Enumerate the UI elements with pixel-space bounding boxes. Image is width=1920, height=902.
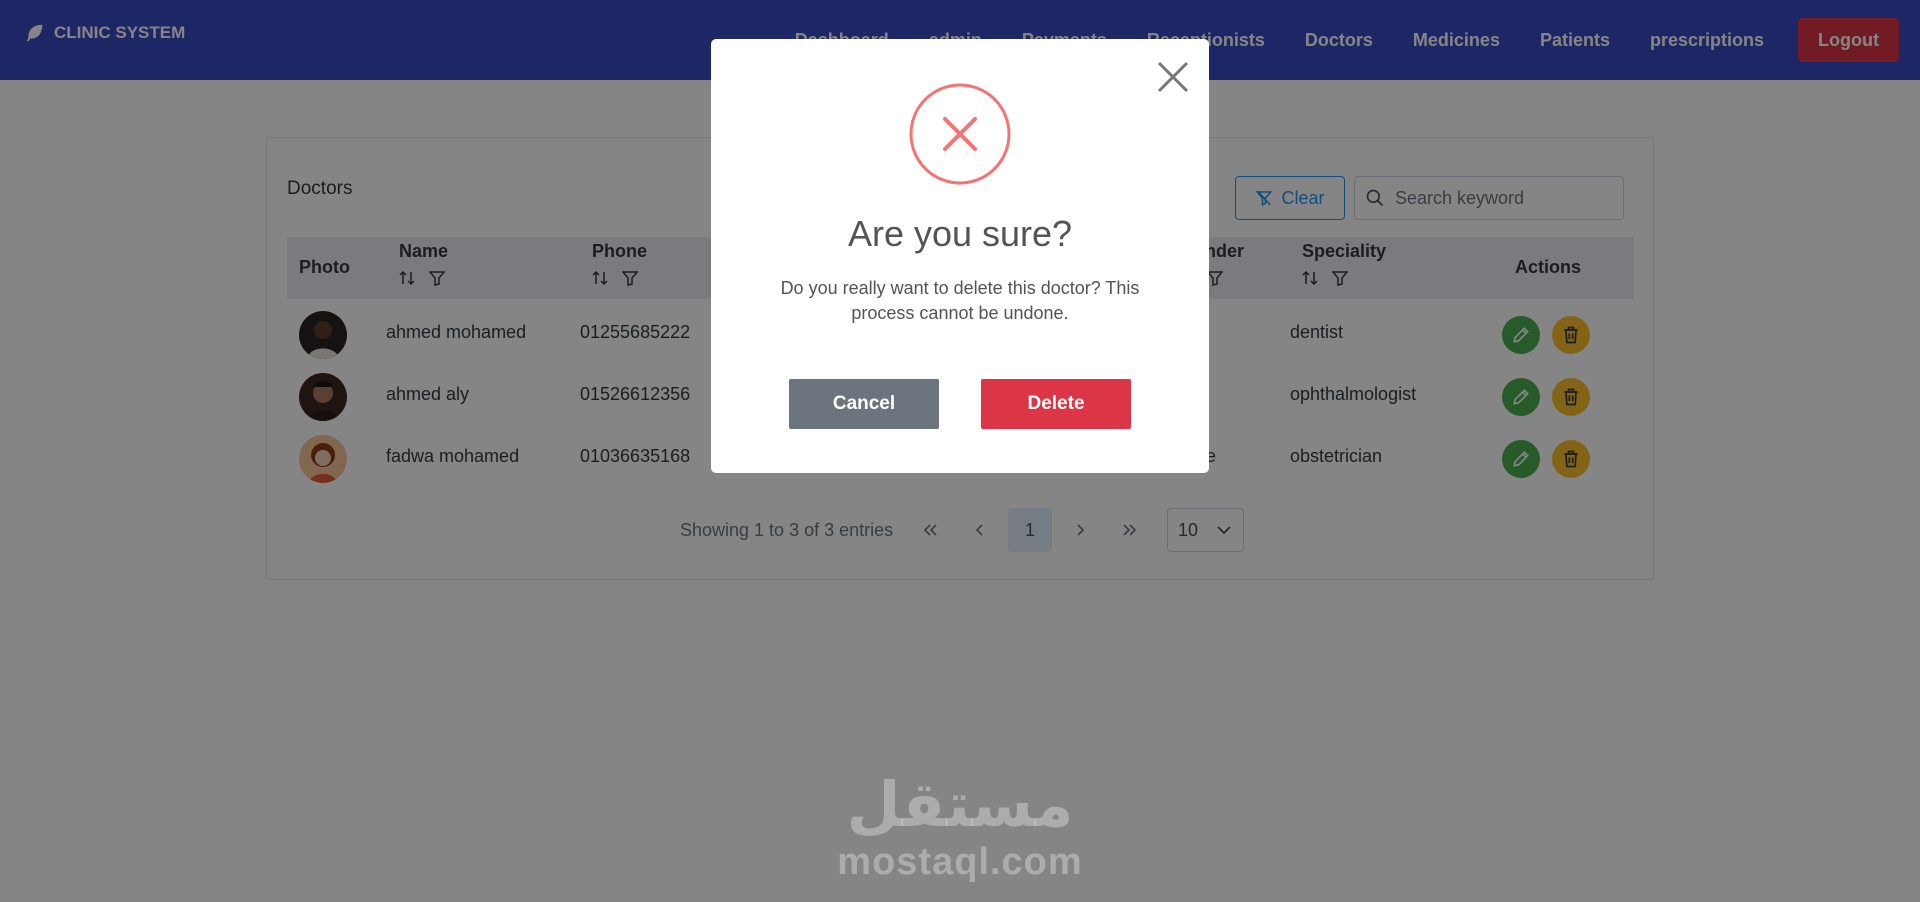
- close-icon: [1157, 61, 1189, 93]
- error-x-icon: [909, 83, 1011, 185]
- watermark-arabic: مستقل: [846, 768, 1074, 841]
- close-button[interactable]: [1155, 59, 1191, 95]
- modal-title: Are you sure?: [847, 213, 1073, 254]
- modal-message: Do you really want to delete this doctor…: [780, 278, 1140, 323]
- watermark-latin: mostaql.com: [837, 841, 1083, 883]
- cancel-button[interactable]: Cancel: [789, 379, 939, 429]
- watermark: مستقل mostaql.com: [0, 770, 1920, 884]
- confirm-delete-dialog: Are you sure? Do you really want to dele…: [711, 39, 1209, 473]
- confirm-delete-button[interactable]: Delete: [981, 379, 1131, 429]
